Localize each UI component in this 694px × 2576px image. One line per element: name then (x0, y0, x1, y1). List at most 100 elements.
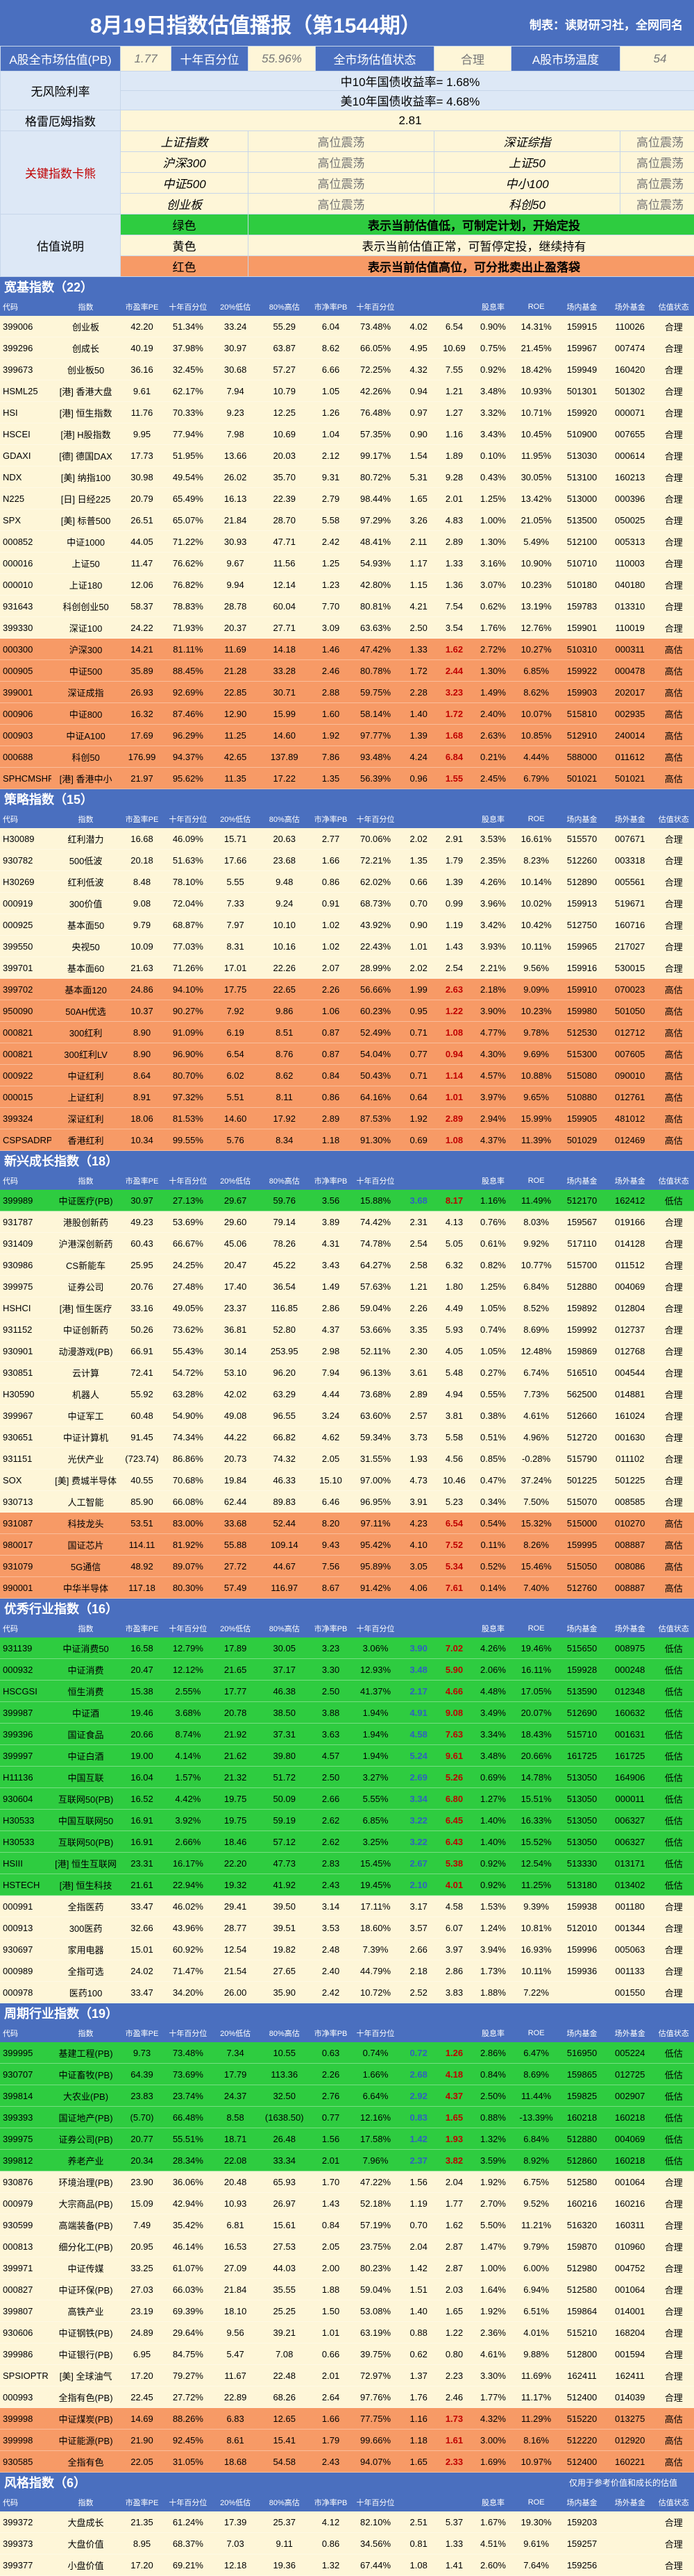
cell-high80: 33.34 (258, 2155, 310, 2166)
cell-pb-low: 0.70 (400, 2220, 437, 2230)
cell-pe-pct: 92.45% (164, 2435, 213, 2445)
cell-name: 中证消费 (51, 1663, 121, 1676)
cell-pb-pct: 28.99% (351, 963, 400, 973)
cell-pe: 16.58 (120, 1643, 163, 1653)
index-row: 000300沪深30014.2181.11%11.6914.181.4647.4… (0, 639, 694, 660)
cell-pe: 19.00 (120, 1751, 163, 1761)
cell-code: 000813 (0, 2241, 51, 2252)
column-header: 场外基金 (607, 301, 654, 312)
cell-pe-pct: 3.92% (164, 1815, 213, 1826)
cell-low20: 7.94 (212, 386, 258, 396)
cell-pb-high: 1.72 (437, 709, 471, 719)
cell-dividend: 0.61% (471, 1238, 515, 1249)
cell-pb: 6.46 (310, 1497, 350, 1507)
cell-low20: 10.93 (212, 2198, 258, 2209)
key-index-a: 创业板 (121, 194, 248, 214)
cell-pb-pct: 48.41% (351, 537, 400, 547)
cell-pe-pct: 94.10% (164, 984, 213, 995)
index-row: 000922中证红利8.6480.70%6.028.620.8450.43%0.… (0, 1065, 694, 1086)
column-header: 20%低估 (212, 1623, 258, 1634)
cell-pb-pct: 23.75% (351, 2241, 400, 2252)
cell-name: 全指可选 (51, 1964, 121, 1978)
key-index-b-state: 高位震荡 (620, 152, 694, 173)
cell-otc-fund: 000396 (607, 494, 654, 504)
cell-pe: 60.48 (120, 1411, 163, 1421)
cell-pb-low: 0.71 (400, 1027, 437, 1038)
cell-code: HSCEI (0, 429, 51, 439)
cell-code: 399377 (0, 2560, 51, 2570)
cell-roe: 10.27% (515, 644, 557, 655)
cell-high80: 59.76 (258, 1195, 310, 1206)
cell-pe: 60.43 (120, 1238, 163, 1249)
cell-dividend: 2.36% (471, 2327, 515, 2338)
index-row: HSHCI[港] 恒生医疗33.1649.05%23.37116.852.865… (0, 1297, 694, 1319)
cell-low20: 11.35 (212, 773, 258, 784)
cell-name: 中证创新药 (51, 1323, 121, 1336)
index-row: 399975证券公司20.7627.48%17.4036.541.4957.63… (0, 1276, 694, 1297)
cell-pe-pct: 78.10% (164, 877, 213, 887)
cell-code: 930585 (0, 2457, 51, 2467)
cell-dividend: 1.53% (471, 1901, 515, 1912)
cell-name: 大宗商品(PB) (51, 2197, 121, 2210)
cell-low20: 9.56 (212, 2327, 258, 2338)
index-row: 931643科创创业5058.3778.83%28.7860.047.7080.… (0, 596, 694, 617)
column-header: 十年百分位 (351, 301, 400, 312)
cell-dividend: 0.27% (471, 1367, 515, 1378)
cell-etf-fund: 159916 (557, 963, 607, 973)
column-header: 80%高估 (258, 2028, 310, 2039)
cell-pb: 2.26 (310, 2069, 350, 2080)
cell-pb-high: 1.22 (437, 1006, 471, 1016)
cell-dividend: 2.50% (471, 2091, 515, 2101)
cell-pb-pct: 53.66% (351, 1324, 400, 1335)
cell-pe: 26.51 (120, 515, 163, 525)
column-header: 股息率 (471, 1175, 515, 1186)
cell-pe-pct: 99.55% (164, 1135, 213, 1145)
cell-etf-fund: 501021 (557, 773, 607, 784)
cell-pb-pct: 80.78% (351, 666, 400, 676)
cell-pe-pct: 97.32% (164, 1092, 213, 1102)
cell-code: SPHCMSHP (0, 773, 51, 784)
cell-pe: 20.66 (120, 1729, 163, 1740)
cell-high80: 22.48 (258, 2371, 310, 2381)
cell-code: 930782 (0, 855, 51, 866)
cell-dividend: 1.30% (471, 537, 515, 547)
index-row: 000010上证18012.0676.82%9.9412.141.2342.80… (0, 574, 694, 596)
cell-pb-pct: 82.10% (351, 2517, 400, 2527)
column-header: 场内基金 (557, 814, 607, 825)
index-row: 931087科技龙头53.5183.00%33.6852.448.2097.11… (0, 1513, 694, 1534)
cell-low20: 21.28 (212, 666, 258, 676)
cell-roe: 10.93% (515, 386, 557, 396)
column-header: 80%高估 (258, 814, 310, 825)
column-header: 市盈率PE (120, 814, 163, 825)
cell-pb-high: 1.65 (437, 2306, 471, 2316)
cell-high80: 57.12 (258, 1837, 310, 1847)
cell-roe: 10.07% (515, 709, 557, 719)
legend-red: 红色 (121, 256, 248, 277)
cell-otc-fund: 001630 (607, 1432, 654, 1442)
cell-pe-pct: 87.46% (164, 709, 213, 719)
column-header: 20%低估 (212, 814, 258, 825)
key-index-b-state: 高位震荡 (620, 194, 694, 214)
cell-high80: 17.92 (258, 1113, 310, 1124)
cell-pe-pct: 77.03% (164, 941, 213, 952)
index-row: 399001深证成指26.9392.69%22.8530.712.8859.75… (0, 682, 694, 703)
cell-pe: 10.34 (120, 1135, 163, 1145)
cell-otc-fund: 011612 (607, 752, 654, 762)
cell-roe: 11.17% (515, 2392, 557, 2402)
cell-otc-fund: 013310 (607, 601, 654, 612)
cell-low20: 17.79 (212, 2069, 258, 2080)
cell-pb: 0.77 (310, 2112, 350, 2123)
cell-pb-pct: 12.93% (351, 1665, 400, 1675)
cell-dividend: 1.05% (471, 1303, 515, 1313)
column-header: 市净率PB (310, 301, 350, 312)
cell-otc-fund: 012712 (607, 1027, 654, 1038)
cell-pe-pct: 96.90% (164, 1049, 213, 1059)
cell-pb-high: 1.93 (437, 2134, 471, 2144)
cell-pb-low: 0.83 (400, 2112, 437, 2123)
cell-pb: 1.02 (310, 920, 350, 930)
cell-roe: 10.02% (515, 898, 557, 909)
cell-pb-pct: 3.27% (351, 1772, 400, 1783)
index-row: 95009050AH优选10.3790.27%7.929.861.0660.23… (0, 1000, 694, 1022)
cell-pb-pct: 93.48% (351, 752, 400, 762)
cell-pb-low: 5.31 (400, 472, 437, 482)
